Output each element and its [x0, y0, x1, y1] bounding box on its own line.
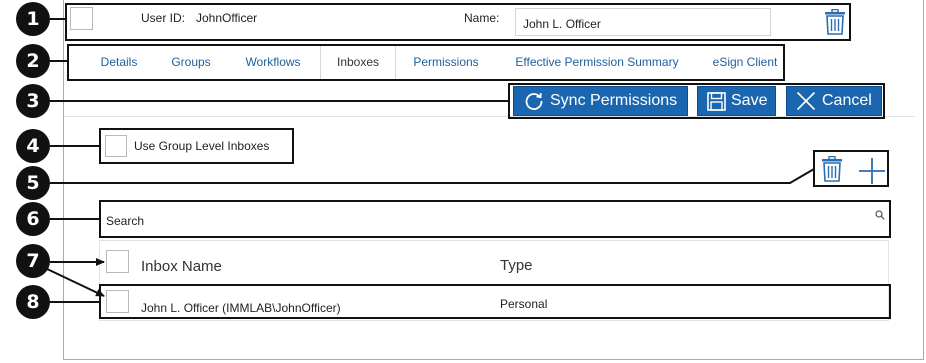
callout-badge-1: 1	[16, 2, 50, 36]
close-icon	[796, 91, 816, 111]
name-field[interactable]: John L. Officer	[515, 8, 771, 36]
cancel-button[interactable]: Cancel	[786, 86, 882, 116]
save-label: Save	[731, 92, 768, 109]
callout-badge-7: 7	[16, 244, 50, 278]
inbox-name-cell: John L. Officer (IMMLAB\JohnOfficer)	[141, 301, 341, 315]
sync-permissions-label: Sync Permissions	[550, 92, 678, 109]
callout-badge-3: 3	[16, 84, 50, 118]
callout-badge-8: 8	[16, 285, 50, 319]
callout-badge-6: 6	[16, 202, 50, 236]
callout-badge-4: 4	[16, 129, 50, 163]
callout-badge-5: 5	[16, 166, 50, 200]
tab-workflows[interactable]: Workflows	[234, 44, 312, 80]
cancel-label: Cancel	[822, 92, 872, 109]
save-button[interactable]: Save	[697, 86, 776, 116]
row-select-checkbox[interactable]	[70, 7, 93, 30]
tab-inboxes[interactable]: Inboxes	[320, 44, 396, 80]
tab-permissions[interactable]: Permissions	[402, 44, 490, 80]
trash-icon[interactable]	[824, 8, 846, 40]
use-group-level-inboxes-label: Use Group Level Inboxes	[134, 139, 270, 153]
search-input[interactable]: Search	[101, 201, 889, 236]
search-icon[interactable]	[875, 210, 885, 223]
tab-effective-permission-summary[interactable]: Effective Permission Summary	[504, 44, 690, 80]
plus-icon[interactable]	[858, 157, 886, 190]
select-all-checkbox[interactable]	[106, 250, 129, 273]
callout-badge-2: 2	[16, 44, 50, 78]
tab-esign-client[interactable]: eSign Client	[704, 44, 786, 80]
column-header-inbox-name[interactable]: Inbox Name	[141, 258, 222, 275]
sync-permissions-button[interactable]: Sync Permissions	[513, 86, 688, 116]
save-icon	[707, 91, 726, 111]
column-header-type[interactable]: Type	[500, 257, 533, 274]
user-id-value: JohnOfficer	[196, 11, 258, 25]
divider	[64, 116, 915, 117]
sync-icon	[524, 91, 544, 111]
inbox-type-cell: Personal	[500, 297, 548, 311]
user-id-label: User ID:	[141, 11, 186, 25]
use-group-level-inboxes-checkbox[interactable]	[105, 135, 127, 157]
tab-groups[interactable]: Groups	[162, 44, 220, 80]
delete-inbox-icon[interactable]	[821, 155, 843, 187]
name-label: Name:	[464, 11, 500, 25]
tab-details[interactable]: Details	[90, 44, 148, 80]
row-checkbox[interactable]	[106, 290, 129, 313]
